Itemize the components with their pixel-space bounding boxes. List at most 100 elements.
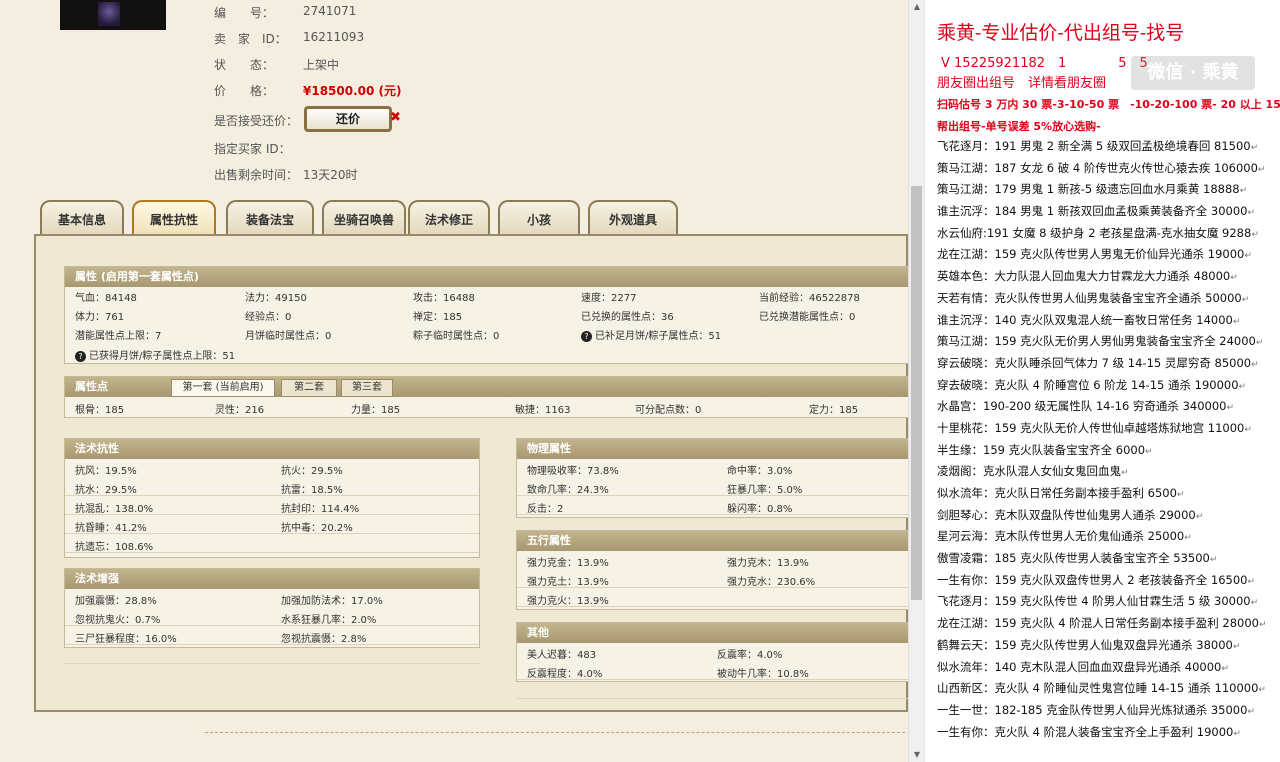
info-row: 卖 家 ID： 16211093 xyxy=(214,30,514,48)
listing-text: 飞花逐月：159 克火队传世 4 阶男人仙甘霖生活 5 级 30000 xyxy=(937,594,1251,609)
boost-value: 忽视抗震慑：2.8% xyxy=(281,634,367,645)
point-value: 力量：185 xyxy=(351,405,401,416)
wechat-watermark: 微信 · 乘黄 xyxy=(1131,56,1255,90)
info-label: 是否接受还价： xyxy=(214,114,299,128)
attribute-text: 已兑换的属性点：36 xyxy=(581,312,674,323)
tab-0[interactable]: 基本信息 xyxy=(40,200,124,236)
listing-text: 谁主沉浮：140 克火队双鬼混人统一畜牧日常任务 14000 xyxy=(937,312,1233,327)
points-subtab-0[interactable]: 第一套 (当前启用) xyxy=(171,379,275,397)
return-icon: ↵ xyxy=(1241,294,1250,305)
scroll-down-icon[interactable]: ▼ xyxy=(909,748,925,762)
resist-value: 抗水：29.5% xyxy=(75,485,137,496)
points-subtab-1[interactable]: 第二套 xyxy=(281,379,337,397)
attribute-text: 已兑换潜能属性点：0 xyxy=(759,312,856,323)
return-icon: ↵ xyxy=(1230,273,1238,284)
tab-6[interactable]: 外观道具 xyxy=(588,200,678,236)
info-row: 指定买家 ID： xyxy=(214,140,514,158)
close-icon[interactable]: ✖ xyxy=(390,110,401,125)
listing-text: 似水流年：克火队日常任务副本接手盈利 6500 xyxy=(937,486,1177,500)
tab-3[interactable]: 坐骑召唤兽 xyxy=(322,200,406,236)
return-icon: ↵ xyxy=(1247,208,1256,219)
boost-value: 忽视抗鬼火：0.7% xyxy=(75,615,161,626)
point-value: 灵性：216 xyxy=(215,405,265,416)
scrollbar-thumb[interactable] xyxy=(911,186,922,600)
attribute-value: 月饼临时属性点：0 xyxy=(245,327,331,342)
attribute-value: 已兑换的属性点：36 xyxy=(581,308,674,323)
listing-item: 策马江湖：187 女龙 6 破 4 阶传世克火传世心猿去疾 106000↵ xyxy=(937,158,1267,180)
ad-headline: 乘黄-专业估价-代出组号-找号 xyxy=(937,22,1185,44)
info-value: 16211093 xyxy=(303,30,365,44)
listing-text: 水云仙府:191 女魔 8 级护身 2 老孩星盘满-克水抽女魔 9288 xyxy=(937,225,1252,240)
boost-value: 加强震慑：28.8% xyxy=(75,596,157,607)
resist-value: 抗封印：114.4% xyxy=(281,504,360,515)
other-value: 美人迟暮：483 xyxy=(527,650,597,661)
info-label: 状 态： xyxy=(214,58,275,72)
attribute-text: 速度：2277 xyxy=(581,293,637,304)
attribute-value: ? 已补足月饼/粽子属性点：51 xyxy=(581,327,721,342)
elements-value: 强力克金：13.9% xyxy=(527,558,609,569)
listing-text: 龙在江湖：159 克火队传世男人男鬼无价仙异光通杀 19000 xyxy=(937,247,1245,262)
resist-value: 抗火：29.5% xyxy=(281,466,343,477)
listing-item: 似水流年：克火队日常任务副本接手盈利 6500↵ xyxy=(937,483,1267,505)
question-icon[interactable]: ? xyxy=(581,330,592,342)
listing-item: 天若有情：克火队传世男人仙男鬼装备宝宝齐全通杀 50000↵ xyxy=(937,288,1267,310)
listing-text: 一生有你：克火队 4 阶混人装备宝宝齐全上手盈利 19000 xyxy=(937,724,1234,739)
info-value: 上架中 xyxy=(303,58,340,72)
return-icon: ↵ xyxy=(1239,186,1248,197)
listing-list: 飞花逐月：191 男鬼 2 新全满 5 级双回孟极绝境春回 81500↵ 策马江湖… xyxy=(937,136,1267,743)
listing-text: 傲雪凌霜：185 克火队传世男人装备宝宝齐全 53500 xyxy=(937,551,1210,566)
physical-value: 躲闪率：0.8% xyxy=(727,504,793,515)
character-figure xyxy=(98,2,120,26)
attributes-note: ? 已获得月饼/粽子属性点上限：51 xyxy=(75,347,235,362)
info-label: 指定买家 ID： xyxy=(214,142,291,156)
return-icon: ↵ xyxy=(1247,576,1256,587)
tab-5[interactable]: 小孩 xyxy=(498,200,580,236)
attribute-text: 月饼临时属性点：0 xyxy=(245,331,332,342)
other-value: 反震率：4.0% xyxy=(717,650,783,661)
row-line xyxy=(517,496,908,515)
boost-value: 三尸狂暴程度：16.0% xyxy=(75,634,177,645)
elements-value: 强力克水：230.6% xyxy=(727,577,816,588)
scrollbar[interactable]: ▲ ▼ xyxy=(908,0,924,762)
tab-2[interactable]: 装备法宝 xyxy=(226,200,314,236)
listing-text: 一生有你：159 克火队双盘传世男人 2 老孩装备齐全 16500 xyxy=(937,572,1248,587)
attribute-text: 气血：84148 xyxy=(75,293,137,304)
return-icon: ↵ xyxy=(1244,251,1252,262)
attribute-value: 法力：49150 xyxy=(245,289,307,304)
resist-value: 抗中毒：20.2% xyxy=(281,523,353,534)
attribute-text: 当前经验：46522878 xyxy=(759,293,860,304)
listing-item: 谁主沉浮：184 男鬼 1 新孩双回血孟极乘黄装备齐全 30000↵ xyxy=(937,201,1267,223)
tab-1[interactable]: 属性抗性 xyxy=(132,200,216,236)
listing-item: 似水流年：140 克木队混人回血血双盘异光通杀 40000↵ xyxy=(937,657,1267,679)
resist-value: 抗雷：18.5% xyxy=(281,485,343,496)
return-icon: ↵ xyxy=(1232,641,1241,652)
listing-text: 飞花逐月：191 男鬼 2 新全满 5 级双回孟极绝境春回 81500 xyxy=(937,139,1251,153)
point-value: 定力：185 xyxy=(809,405,859,416)
physical-value: 物理吸收率：73.8% xyxy=(527,466,619,477)
listing-text: 龙在江湖：159 克火队 4 阶混人日常任务副本接手盈利 28000 xyxy=(937,616,1259,631)
points-subtab-2[interactable]: 第三套 xyxy=(341,379,393,397)
counter-offer-button[interactable]: 还价 xyxy=(304,106,392,132)
tab-4[interactable]: 法术修正 xyxy=(408,200,490,236)
attribute-value: 气血：84148 xyxy=(75,289,137,304)
return-icon: ↵ xyxy=(1257,164,1266,175)
return-icon: ↵ xyxy=(1250,598,1259,609)
listing-text: 凌烟阁：克水队混人女仙女鬼回血鬼 xyxy=(937,464,1121,479)
attribute-text: 潜能属性点上限：7 xyxy=(75,331,162,342)
listing-text: 水晶宫：190-200 级无属性队 14-16 穷奇通杀 340000 xyxy=(937,399,1227,414)
attribute-value: 已兑换潜能属性点：0 xyxy=(759,308,855,323)
listing-item: 星河云海：克木队传世男人无价鬼仙通杀 25000↵ xyxy=(937,526,1267,548)
scroll-up-icon[interactable]: ▲ xyxy=(909,0,925,14)
return-icon: ↵ xyxy=(1255,338,1264,349)
attribute-text: 经验点：0 xyxy=(245,312,292,323)
listing-item: 英雄本色：大力队混人回血鬼大力甘霖龙大力通杀 48000↵ xyxy=(937,266,1267,288)
return-icon: ↵ xyxy=(1176,490,1185,500)
row-line xyxy=(517,680,908,699)
attributes-section: 属性 (启用第一套属性点) 气血：84148 法力：49150 攻击：16488 速度… xyxy=(64,266,908,364)
point-value: 敏捷：1163 xyxy=(515,405,571,416)
attribute-value: 粽子临时属性点：0 xyxy=(413,327,499,342)
listing-item: 穿云破晓：克火队睡杀回气体力 7 级 14-15 灵犀穷奇 85000↵ xyxy=(937,353,1267,375)
resist-value: 抗遗忘：108.6% xyxy=(75,542,154,553)
question-icon[interactable]: ? xyxy=(75,350,86,362)
attribute-value: 体力：761 xyxy=(75,308,124,323)
